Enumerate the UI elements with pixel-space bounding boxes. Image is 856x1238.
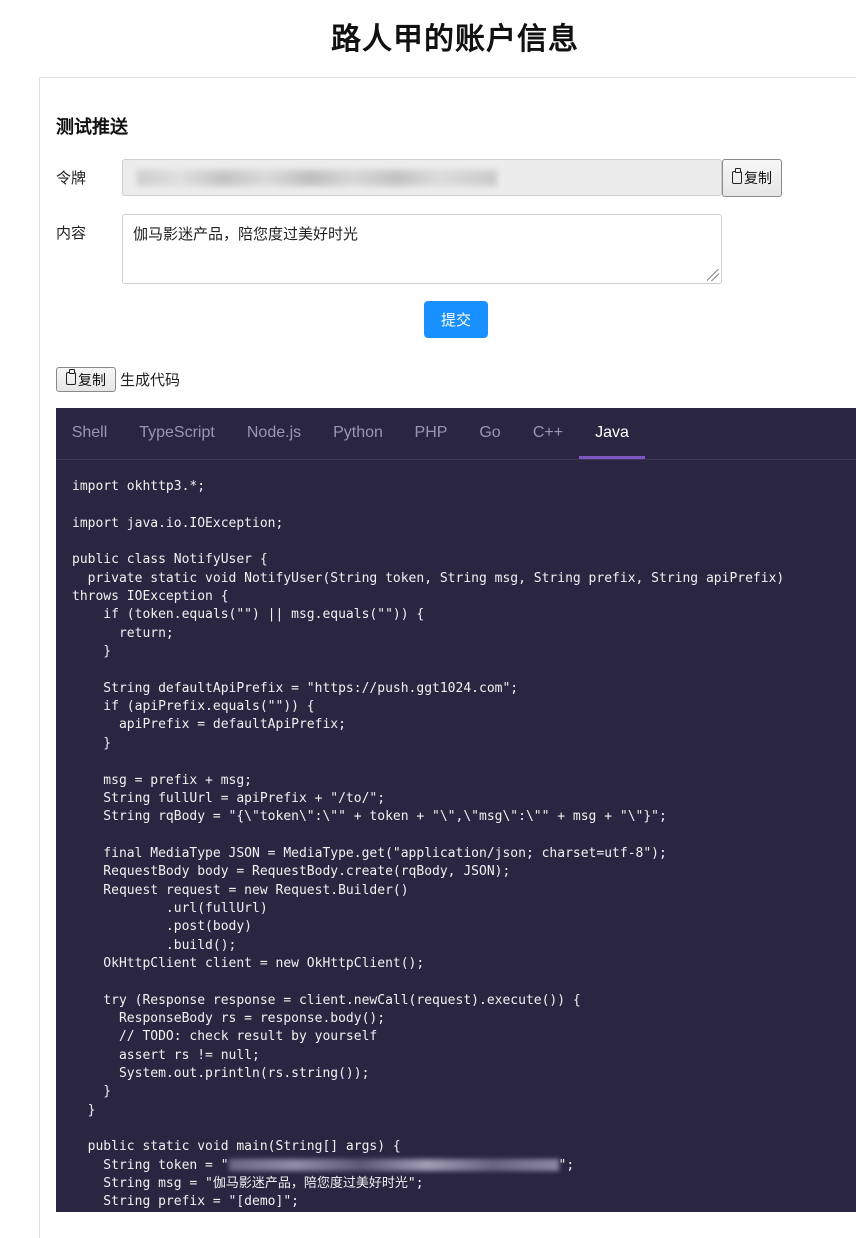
tab-typescript[interactable]: TypeScript	[123, 408, 231, 459]
code-copy-label: 复制	[78, 372, 106, 389]
tab-shell[interactable]: Shell	[56, 408, 123, 459]
section-title-test-push: 测试推送	[56, 117, 128, 138]
page-title: 路人甲的账户信息	[331, 22, 579, 57]
tab-cpp[interactable]: C++	[517, 408, 579, 459]
token-label: 令牌	[56, 169, 87, 187]
tab-go[interactable]: Go	[463, 408, 517, 459]
token-copy-label: 复制	[744, 171, 772, 187]
tab-nodejs[interactable]: Node.js	[231, 408, 317, 459]
tab-java[interactable]: Java	[579, 408, 645, 459]
token-copy-button[interactable]: 复制	[722, 159, 782, 197]
redacted-token-blur	[228, 1159, 559, 1172]
code-copy-button[interactable]: 复制	[56, 367, 116, 392]
resize-grip-icon[interactable]	[707, 269, 719, 281]
content-value: 伽马影迷产品，陪您度过美好时光	[133, 225, 359, 243]
token-field[interactable]	[122, 159, 722, 196]
token-redacted-blur	[137, 170, 497, 186]
code-block[interactable]: import okhttp3.*; import java.io.IOExcep…	[72, 478, 784, 1212]
content-label: 内容	[56, 224, 87, 242]
code-text-part1: import okhttp3.*; import java.io.IOExcep…	[72, 479, 785, 1173]
generated-code-title: 生成代码	[120, 371, 181, 389]
tab-php[interactable]: PHP	[399, 408, 463, 459]
submit-button[interactable]: 提交	[424, 301, 488, 338]
clipboard-icon	[66, 369, 76, 385]
tab-python[interactable]: Python	[317, 408, 399, 459]
content-textarea[interactable]: 伽马影迷产品，陪您度过美好时光	[122, 214, 722, 284]
clipboard-icon	[732, 167, 742, 184]
language-tabs: Shell TypeScript Node.js Python PHP Go C…	[56, 408, 856, 460]
code-panel: Shell TypeScript Node.js Python PHP Go C…	[56, 408, 856, 1212]
